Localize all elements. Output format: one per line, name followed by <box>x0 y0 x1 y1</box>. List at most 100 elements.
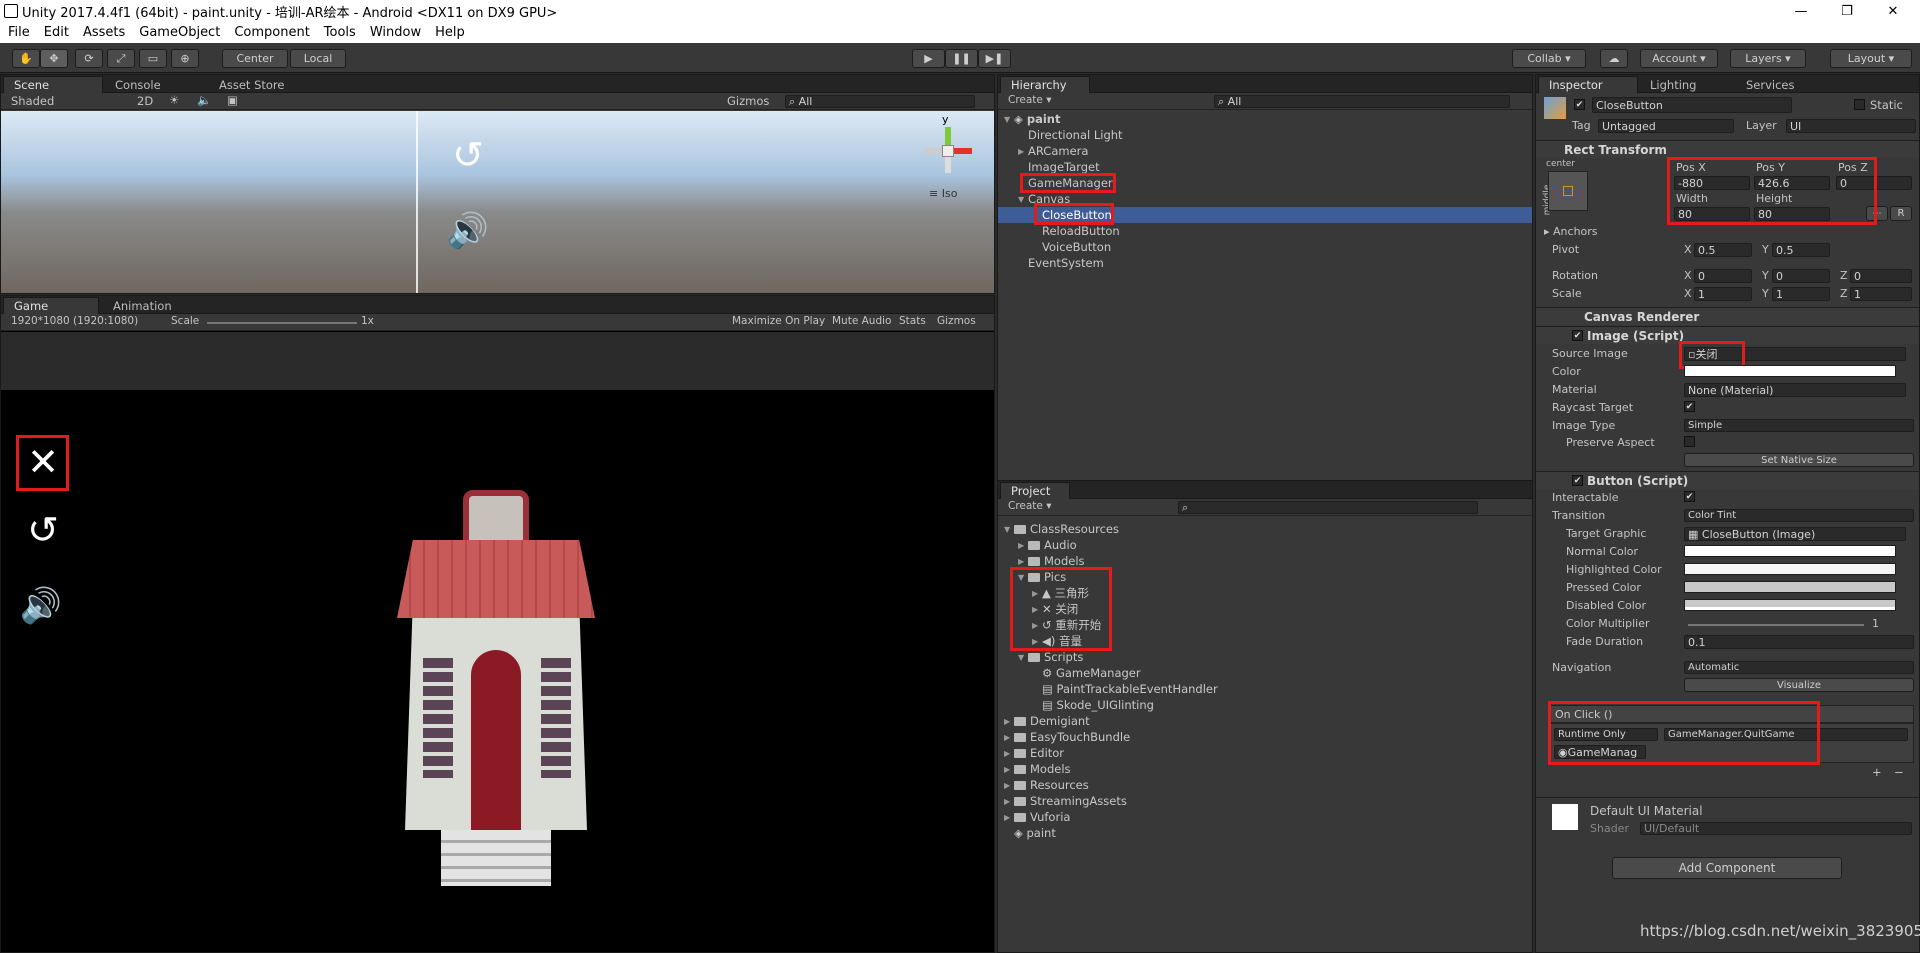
scale-slider[interactable] <box>207 322 357 324</box>
tab-game[interactable]: Game <box>3 297 99 314</box>
shaded-dropdown[interactable]: Shaded <box>11 94 54 108</box>
cloud-icon[interactable]: ☁ <box>1600 49 1628 68</box>
transition-dropdown[interactable]: Color Tint <box>1684 509 1914 522</box>
tab-asset-store[interactable]: Asset Store <box>209 76 295 93</box>
layer-dropdown[interactable]: UI <box>1786 119 1916 133</box>
project-folder[interactable]: ▶ Editor <box>1004 745 1064 761</box>
resolution-dropdown[interactable]: 1920*1080 (1920:1080) <box>11 315 138 327</box>
scene-gizmo-icon[interactable]: y <box>916 113 976 179</box>
static-checkbox[interactable] <box>1854 99 1865 110</box>
menu-gameobject[interactable]: GameObject <box>139 25 220 40</box>
maximize-button[interactable]: ❐ <box>1824 0 1870 22</box>
menu-help[interactable]: Help <box>435 25 465 40</box>
anchors-foldout[interactable]: ▸ Anchors <box>1544 225 1598 238</box>
navigation-dropdown[interactable]: Automatic <box>1684 661 1914 674</box>
menu-window[interactable]: Window <box>370 25 421 40</box>
material-field[interactable]: None (Material) <box>1684 383 1906 397</box>
hierarchy-search-input[interactable]: ⌕ All <box>1214 95 1510 108</box>
play-icon[interactable]: ▶ <box>912 49 945 68</box>
layers-button[interactable]: Layers ▾ <box>1730 49 1806 68</box>
remove-event-button[interactable]: − <box>1894 765 1904 779</box>
collab-button[interactable]: Collab ▾ <box>1512 49 1586 68</box>
tab-console[interactable]: Console <box>105 76 171 93</box>
project-scene[interactable]: ◈ paint <box>1014 825 1056 841</box>
pause-icon[interactable]: ❚❚ <box>945 49 978 68</box>
canvas-renderer-header[interactable]: Canvas Renderer <box>1536 307 1919 325</box>
mute-audio-toggle[interactable]: Mute Audio <box>832 315 891 327</box>
interactable-checkbox[interactable]: ✔ <box>1684 491 1695 502</box>
pivot-y-input[interactable]: 0.5 <box>1772 243 1830 257</box>
tab-lighting[interactable]: Lighting <box>1640 76 1706 93</box>
add-component-button[interactable]: Add Component <box>1612 857 1842 879</box>
game-view[interactable]: ✕ ↺ 🔊 <box>1 390 994 952</box>
raw-edit-button[interactable]: R <box>1890 206 1912 221</box>
rotation-z-input[interactable]: 0 <box>1850 269 1912 283</box>
toggle-2d[interactable]: 2D <box>137 94 153 108</box>
add-event-button[interactable]: + <box>1872 765 1882 779</box>
pivot-center-button[interactable]: Center <box>222 49 288 68</box>
highlighted-color-swatch[interactable] <box>1684 563 1896 575</box>
project-script[interactable]: ▤ PaintTrackableEventHandler <box>1042 681 1218 697</box>
audio-toggle-icon[interactable]: 🔈 <box>197 93 211 107</box>
button-enabled-checkbox[interactable]: ✔ <box>1572 475 1583 486</box>
scale-z-input[interactable]: 1 <box>1850 287 1912 301</box>
pressed-color-swatch[interactable] <box>1684 581 1896 593</box>
tab-services[interactable]: Services <box>1736 76 1805 93</box>
rotate-tool-icon[interactable]: ⟳ <box>75 49 103 68</box>
target-graphic-field[interactable]: ▦ CloseButton (Image) <box>1684 527 1906 541</box>
project-folder[interactable]: ▼ Scripts <box>1018 649 1083 665</box>
rect-transform-header[interactable]: Rect Transform <box>1536 140 1919 158</box>
game-gizmos-dropdown[interactable]: Gizmos <box>937 315 976 327</box>
menu-assets[interactable]: Assets <box>83 25 125 40</box>
image-enabled-checkbox[interactable]: ✔ <box>1572 330 1583 341</box>
tag-dropdown[interactable]: Untagged <box>1598 119 1734 133</box>
scale-tool-icon[interactable]: ⤢ <box>107 49 135 68</box>
hierarchy-item[interactable]: VoiceButton <box>1042 239 1111 255</box>
rotation-y-input[interactable]: 0 <box>1772 269 1830 283</box>
tab-project[interactable]: Project <box>1000 482 1070 499</box>
color-swatch[interactable] <box>1684 365 1896 377</box>
preserve-aspect-checkbox[interactable] <box>1684 436 1695 447</box>
normal-color-swatch[interactable] <box>1684 545 1896 557</box>
pivot-x-input[interactable]: 0.5 <box>1694 243 1752 257</box>
active-checkbox[interactable]: ✔ <box>1574 99 1585 110</box>
pivot-local-button[interactable]: Local <box>290 49 346 68</box>
anchor-preset-icon[interactable] <box>1548 171 1588 211</box>
menu-tools[interactable]: Tools <box>324 25 356 40</box>
project-folder[interactable]: ▶ Models <box>1004 761 1071 777</box>
menu-edit[interactable]: Edit <box>44 25 69 40</box>
stats-toggle[interactable]: Stats <box>899 315 926 327</box>
set-native-size-button[interactable]: Set Native Size <box>1684 453 1914 467</box>
scale-y-input[interactable]: 1 <box>1772 287 1830 301</box>
hierarchy-item[interactable]: Directional Light <box>1028 127 1123 143</box>
shader-dropdown[interactable]: UI/Default <box>1640 822 1912 835</box>
project-script[interactable]: ⚙ GameManager <box>1042 665 1141 681</box>
disabled-color-swatch[interactable] <box>1684 599 1896 611</box>
effects-toggle-icon[interactable]: ▣ <box>227 93 238 107</box>
tab-animation[interactable]: Animation <box>103 297 182 314</box>
hierarchy-item[interactable]: EventSystem <box>1028 255 1104 271</box>
tab-hierarchy[interactable]: Hierarchy <box>1000 76 1090 93</box>
close-window-button[interactable]: ✕ <box>1870 0 1916 22</box>
rect-tool-icon[interactable]: ▭ <box>139 49 167 68</box>
reload-icon[interactable]: ↺ <box>21 508 65 552</box>
project-folder[interactable]: ▶ StreamingAssets <box>1004 793 1127 809</box>
project-folder[interactable]: ▶ EasyTouchBundle <box>1004 729 1130 745</box>
button-script-header[interactable]: ✔ Button (Script) <box>1536 471 1919 489</box>
speaker-icon[interactable]: 🔊 <box>19 584 63 628</box>
account-button[interactable]: Account ▾ <box>1640 49 1718 68</box>
scene-viewport[interactable]: ↺ 🔊 y ≡ Iso <box>1 111 994 293</box>
hierarchy-item[interactable]: ▶ ARCamera <box>1018 143 1088 159</box>
menu-component[interactable]: Component <box>234 25 309 40</box>
maximize-on-play-toggle[interactable]: Maximize On Play <box>732 315 825 327</box>
gizmos-dropdown[interactable]: Gizmos <box>727 94 769 108</box>
project-create-button[interactable]: Create ▾ <box>1008 500 1052 512</box>
step-icon[interactable]: ▶❚ <box>978 49 1011 68</box>
minimize-button[interactable]: — <box>1778 0 1824 22</box>
menu-file[interactable]: File <box>8 25 30 40</box>
object-name-input[interactable]: CloseButton <box>1592 97 1792 113</box>
rotation-x-input[interactable]: 0 <box>1694 269 1752 283</box>
tab-scene[interactable]: Scene <box>3 76 103 93</box>
visualize-button[interactable]: Visualize <box>1684 678 1914 692</box>
scene-root[interactable]: ▼ ◈ paint <box>1004 111 1060 127</box>
